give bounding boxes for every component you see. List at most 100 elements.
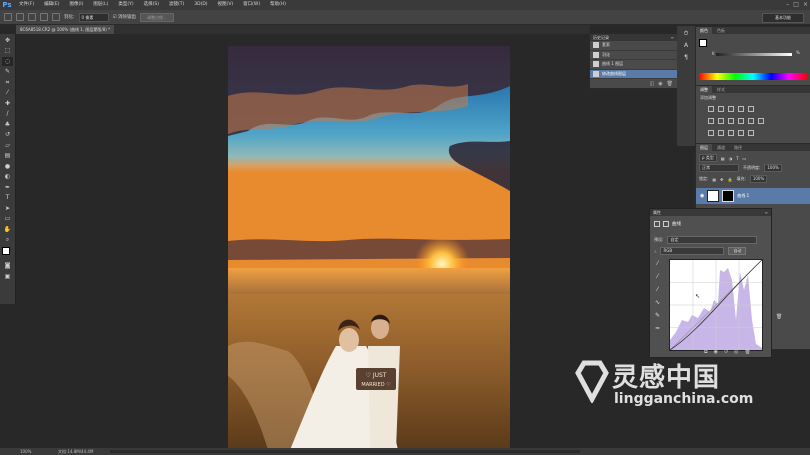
pencil-curve-icon[interactable]: ✎ [653,311,662,320]
smooth-curve-icon[interactable]: ≈ [653,324,662,333]
maximize-icon[interactable]: □ [793,0,799,10]
tab-color[interactable]: 颜色 [696,27,712,34]
blend-mode-select[interactable]: 正常 [699,164,739,172]
blur-tool-icon[interactable]: ● [2,162,13,171]
menu-item[interactable]: 选择(S) [139,0,164,10]
camera-icon[interactable]: ◉ [658,81,662,87]
color-lookup-icon[interactable] [758,118,764,124]
clone-stamp-tool-icon[interactable]: ♣ [2,120,13,129]
menu-item[interactable]: 视图(V) [213,0,239,10]
levels-icon[interactable] [718,106,724,112]
document-size[interactable]: 文档:14.8M/44.4M [58,448,93,455]
shape-tool-icon[interactable]: ▭ [2,214,13,223]
photo-filter-icon[interactable] [738,118,744,124]
selective-color-icon[interactable] [748,130,754,136]
type-tool-icon[interactable]: T [2,193,13,202]
screen-mode-icon[interactable]: ▣ [2,272,13,281]
lock-pixels-icon[interactable]: ▦ [712,177,716,182]
posterize-icon[interactable] [718,130,724,136]
color-fg-swatch[interactable] [699,39,707,47]
opacity-input[interactable]: 100% [764,164,782,172]
tab-layers[interactable]: 图层 [696,144,712,151]
mask-icon[interactable] [663,221,669,227]
exposure-icon[interactable] [738,106,744,112]
menu-item[interactable]: 文件(F) [14,0,39,10]
zoom-level[interactable]: 100% [20,448,31,455]
refine-edge-button[interactable]: 调整边缘... [140,12,174,22]
dodge-tool-icon[interactable]: ◐ [2,172,13,181]
document-tab[interactable]: 8C6A8518.CR2 @ 100% (曲线 1, 图层蒙版/8) * [16,25,115,34]
menu-item[interactable]: 窗口(W) [238,0,265,10]
tab-swatches[interactable]: 色板 [713,27,729,34]
layer-visibility-eye-icon[interactable]: ◉ [700,193,704,199]
history-brush-tool-icon[interactable]: ↺ [2,130,13,139]
history-item[interactable]: 曲线 1 图层 [590,60,677,70]
move-tool-icon[interactable]: ✥ [2,36,13,45]
new-selection-icon[interactable] [16,13,24,21]
menu-item[interactable]: 帮助(H) [265,0,291,10]
path-select-tool-icon[interactable]: ➤ [2,204,13,213]
lasso-preset-icon[interactable] [4,13,12,21]
gray-point-eyedropper-icon[interactable]: ⁄ [653,272,662,281]
channel-mixer-icon[interactable] [748,118,754,124]
horizontal-scrollbar[interactable] [110,450,580,453]
gradient-map-icon[interactable] [738,130,744,136]
history-panel-title[interactable]: 历史记录 [593,35,609,40]
threshold-icon[interactable] [728,130,734,136]
snapshot-icon[interactable]: ◫ [650,81,655,87]
hand-tool-icon[interactable]: ✋ [2,225,13,234]
curves-graph[interactable]: ↖ [669,259,763,351]
workspace-select[interactable]: 基本功能 [762,13,804,23]
close-icon[interactable]: × [803,0,808,10]
zoom-tool-icon[interactable]: ⌕ [2,235,13,244]
brush-tool-icon[interactable]: / [2,109,13,118]
color-k-slider[interactable] [716,53,792,56]
quick-select-tool-icon[interactable]: ✎ [2,67,13,76]
trash-icon[interactable]: 🗑 [667,81,673,87]
menu-item[interactable]: 图层(L) [88,0,113,10]
wedding-sunset-photo[interactable]: ♡ JUST MARRIED ♡ [228,46,510,450]
intersect-selection-icon[interactable] [52,13,60,21]
hue-saturation-icon[interactable] [708,118,714,124]
black-white-icon[interactable] [728,118,734,124]
menu-item[interactable]: 图像(I) [64,0,88,10]
curves-adjustment-icon[interactable] [654,221,660,227]
crop-tool-icon[interactable]: ⌗ [2,78,13,87]
history-panel-icon[interactable]: ⏱ [681,29,691,38]
layer-mask-thumb[interactable] [722,190,735,202]
preset-select[interactable]: 自定 [667,236,758,244]
marquee-tool-icon[interactable]: ⬚ [2,46,13,55]
filter-shape-icon[interactable]: ▭ [743,156,747,161]
on-image-adjust-icon[interactable]: ☝ [654,249,656,254]
antialias-checkbox-label[interactable]: ☑ 消除锯齿 [113,14,136,20]
character-panel-icon[interactable]: A [681,41,691,50]
gradient-tool-icon[interactable]: ▤ [2,151,13,160]
invert-icon[interactable] [708,130,714,136]
delete-layer-icon[interactable]: 🗑 [776,314,782,320]
add-selection-icon[interactable] [28,13,36,21]
canvas-area[interactable]: ♡ JUST MARRIED ♡ [16,34,590,450]
channel-select[interactable]: RGB [660,247,725,255]
filter-pixel-icon[interactable]: ▦ [721,156,725,161]
layer-row-curves[interactable]: ◉ 曲线 1 [696,188,810,204]
history-item[interactable]: 套索 [590,41,677,51]
subtract-selection-icon[interactable] [40,13,48,21]
curve-point-tool-icon[interactable]: ∿ [653,298,662,307]
menu-item[interactable]: 类型(Y) [113,0,138,10]
vibrance-icon[interactable] [748,106,754,112]
filter-adjust-icon[interactable]: ◑ [729,156,733,161]
fg-bg-colors[interactable] [0,246,15,260]
lasso-tool-icon[interactable]: ◌ [2,56,13,66]
color-spectrum[interactable] [699,73,807,80]
panel-menu-icon[interactable]: ≡ [671,34,674,41]
healing-brush-tool-icon[interactable]: ✚ [2,99,13,108]
history-item[interactable]: 修改曲线图层 [590,69,677,79]
paragraph-panel-icon[interactable]: ¶ [681,53,691,62]
eyedropper-tool-icon[interactable]: ⁄ [2,88,13,97]
minimize-icon[interactable]: – [786,0,789,10]
properties-menu-icon[interactable]: ≡ [765,209,768,216]
layer-name[interactable]: 曲线 1 [737,193,749,199]
lock-all-icon[interactable]: 🔒 [728,177,733,182]
feather-input[interactable]: 0 像素 [78,12,109,22]
white-point-eyedropper-icon[interactable]: ⁄ [653,285,662,294]
